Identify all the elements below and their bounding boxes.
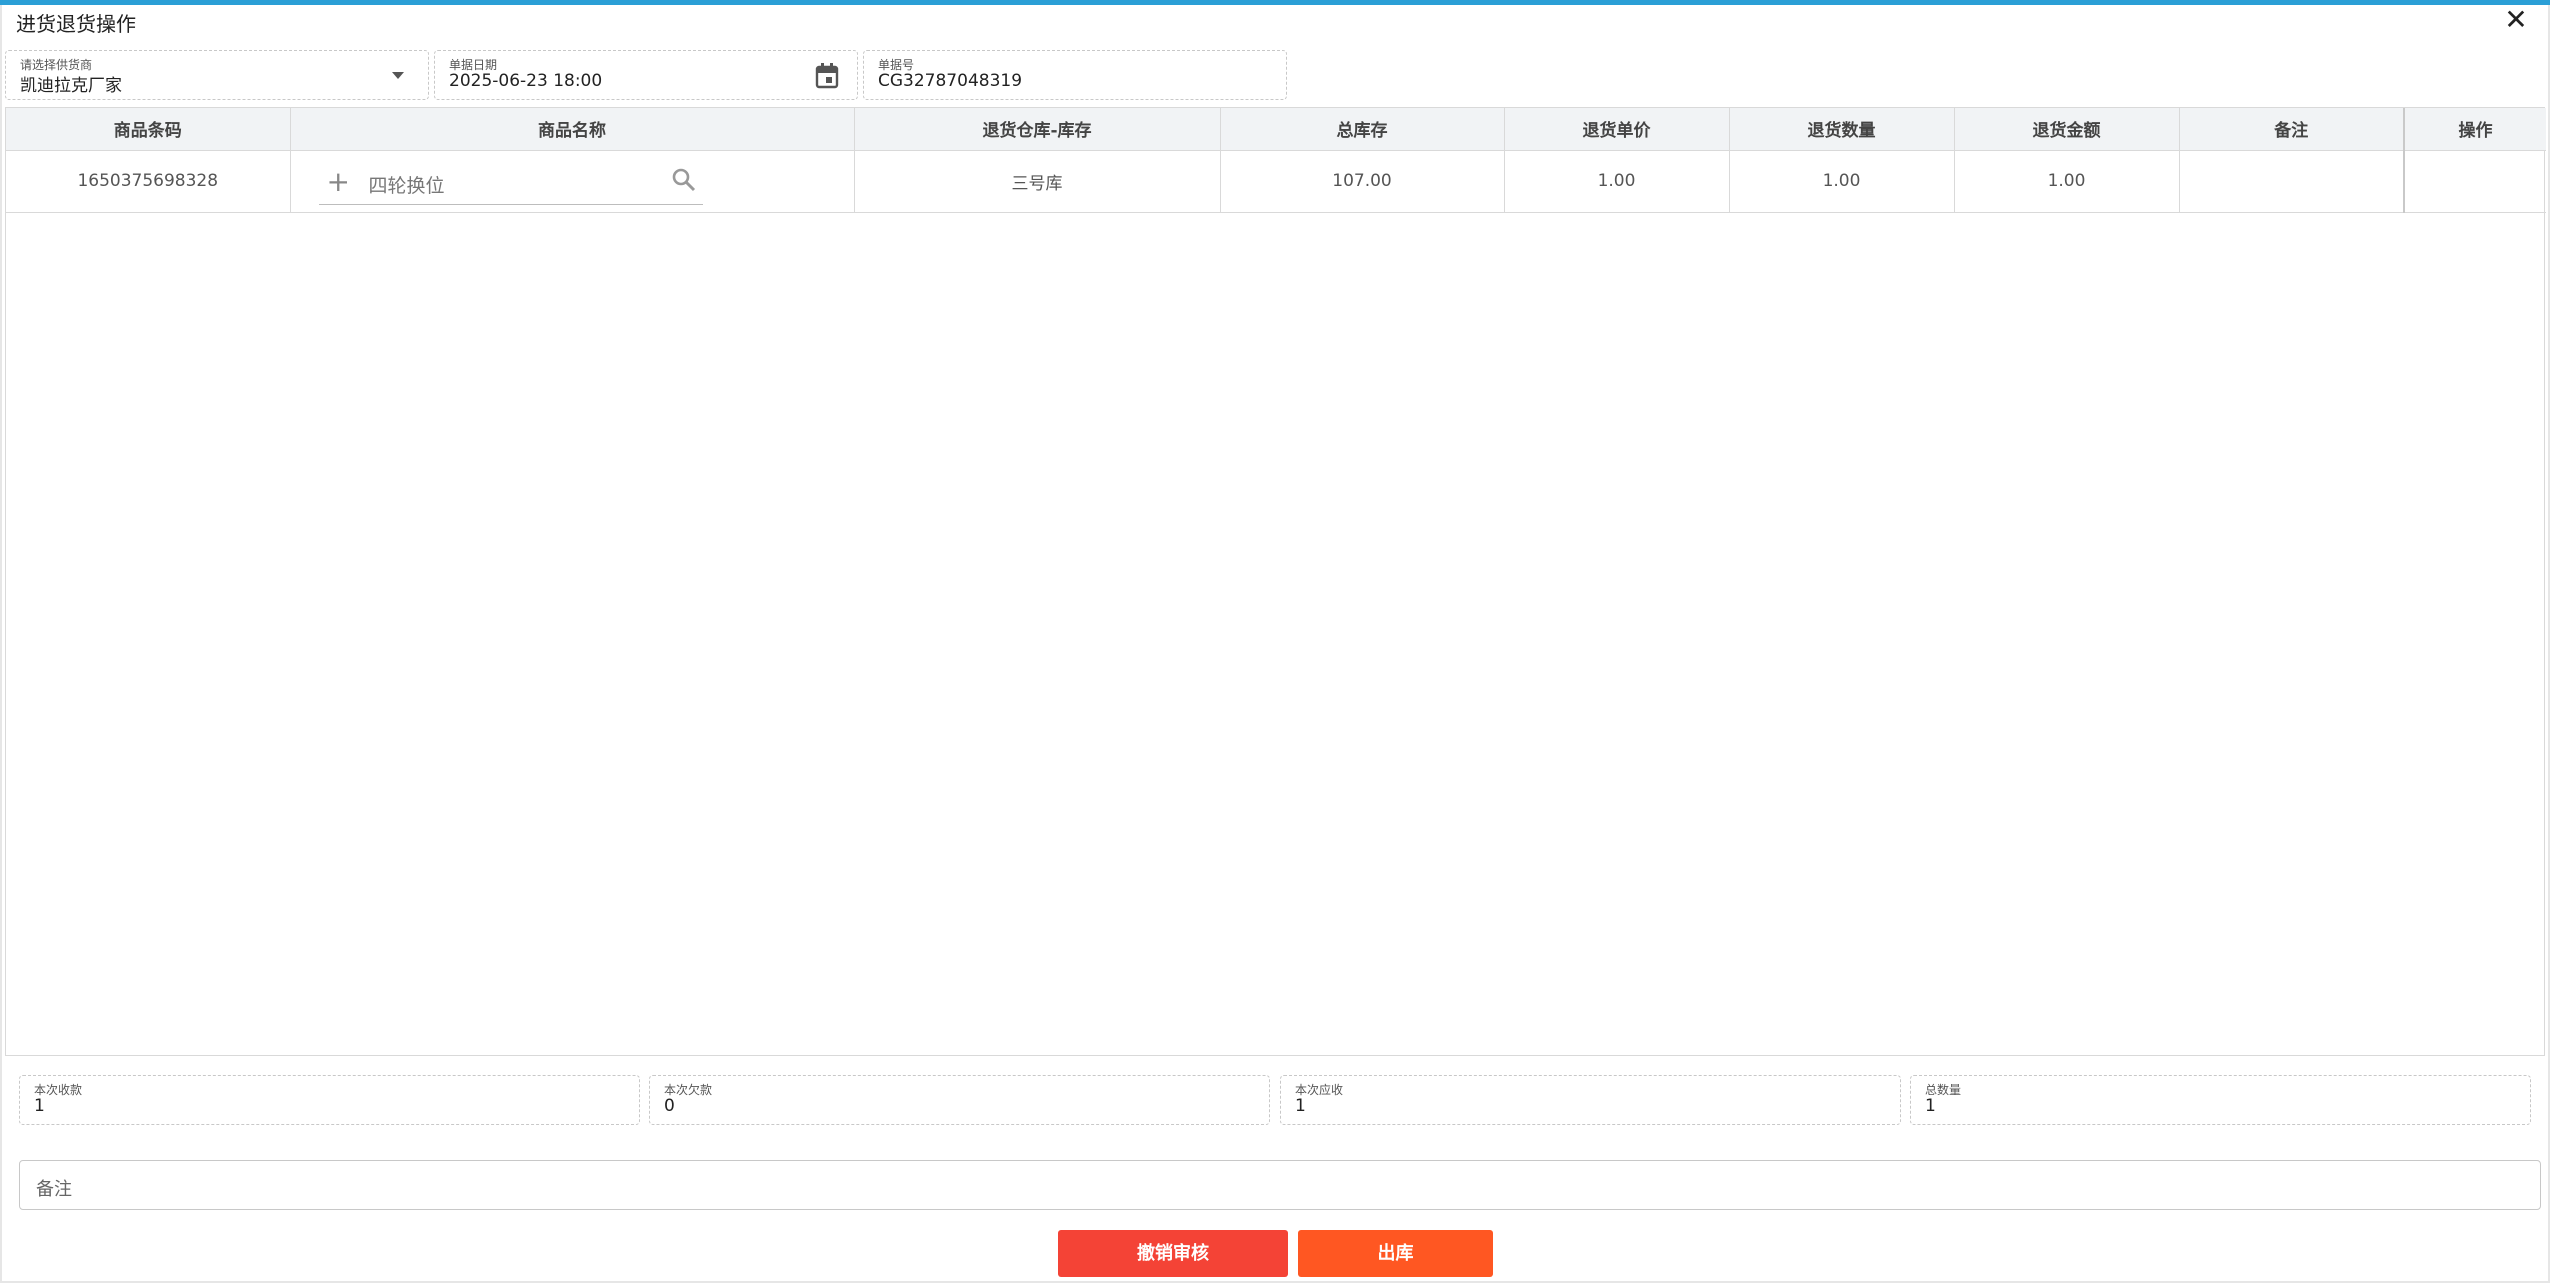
calendar-icon[interactable] bbox=[815, 63, 839, 89]
cell-product-name: + 四轮换位 bbox=[290, 150, 855, 213]
doc-number-value: CG32787048319 bbox=[878, 71, 1023, 91]
owed-amount-value: 0 bbox=[664, 1096, 675, 1116]
col-header-barcode: 商品条码 bbox=[6, 108, 291, 151]
receivable-amount-field[interactable]: 本次应收 1 bbox=[1280, 1075, 1901, 1125]
cell-unit-price[interactable]: 1.00 bbox=[1504, 150, 1730, 213]
dialog-title: 进货退货操作 bbox=[16, 12, 136, 36]
cell-warehouse[interactable]: 三号库 bbox=[854, 150, 1221, 213]
col-header-note: 备注 bbox=[2179, 108, 2405, 151]
total-quantity-value: 1 bbox=[1925, 1096, 1936, 1116]
col-header-warehouse: 退货仓库-库存 bbox=[854, 108, 1221, 151]
cell-action[interactable] bbox=[2404, 150, 2546, 213]
product-name-placeholder: 四轮换位 bbox=[368, 174, 445, 197]
receivable-amount-value: 1 bbox=[1295, 1096, 1306, 1116]
col-header-quantity: 退货数量 bbox=[1729, 108, 1955, 151]
col-header-total-stock: 总库存 bbox=[1220, 108, 1505, 151]
col-header-name: 商品名称 bbox=[290, 108, 855, 151]
table-header-row: 商品条码 商品名称 退货仓库-库存 总库存 退货单价 退货数量 退货金额 备注 … bbox=[6, 108, 2546, 151]
items-table: 商品条码 商品名称 退货仓库-库存 总库存 退货单价 退货数量 退货金额 备注 … bbox=[5, 107, 2546, 1056]
close-icon[interactable]: ✕ bbox=[2500, 4, 2532, 36]
cell-amount: 1.00 bbox=[1954, 150, 2180, 213]
search-icon[interactable] bbox=[671, 167, 697, 193]
col-header-unit-price: 退货单价 bbox=[1504, 108, 1730, 151]
col-header-amount: 退货金额 bbox=[1954, 108, 2180, 151]
revoke-audit-button[interactable]: 撤销审核 bbox=[1058, 1230, 1288, 1277]
doc-date-field[interactable]: 单据日期 2025-06-23 18:00 bbox=[434, 50, 858, 100]
total-quantity-field[interactable]: 总数量 1 bbox=[1910, 1075, 2531, 1125]
col-header-action: 操作 bbox=[2404, 108, 2546, 151]
supplier-value: 凯迪拉克厂家 bbox=[20, 76, 122, 96]
dropdown-arrow-icon bbox=[392, 72, 404, 79]
plus-icon[interactable]: + bbox=[327, 165, 350, 199]
supplier-select[interactable]: 请选择供货商 凯迪拉克厂家 bbox=[5, 50, 429, 100]
doc-number-field[interactable]: 单据号 CG32787048319 bbox=[863, 50, 1287, 100]
doc-date-value: 2025-06-23 18:00 bbox=[449, 71, 603, 91]
cell-note[interactable] bbox=[2179, 150, 2405, 213]
cell-barcode: 1650375698328 bbox=[6, 150, 291, 213]
product-search-input[interactable]: + 四轮换位 bbox=[318, 161, 703, 205]
remark-placeholder: 备注 bbox=[36, 1179, 72, 1200]
cell-total-stock: 107.00 bbox=[1220, 150, 1505, 213]
owed-amount-field[interactable]: 本次欠款 0 bbox=[649, 1075, 1270, 1125]
outbound-button[interactable]: 出库 bbox=[1298, 1230, 1493, 1277]
remark-input[interactable]: 备注 bbox=[19, 1160, 2541, 1210]
received-amount-value: 1 bbox=[34, 1096, 45, 1116]
received-amount-field[interactable]: 本次收款 1 bbox=[19, 1075, 640, 1125]
cell-quantity[interactable]: 1.00 bbox=[1729, 150, 1955, 213]
table-row: 1650375698328 + 四轮换位 三号库 107.00 1.00 1.0… bbox=[6, 150, 2546, 213]
